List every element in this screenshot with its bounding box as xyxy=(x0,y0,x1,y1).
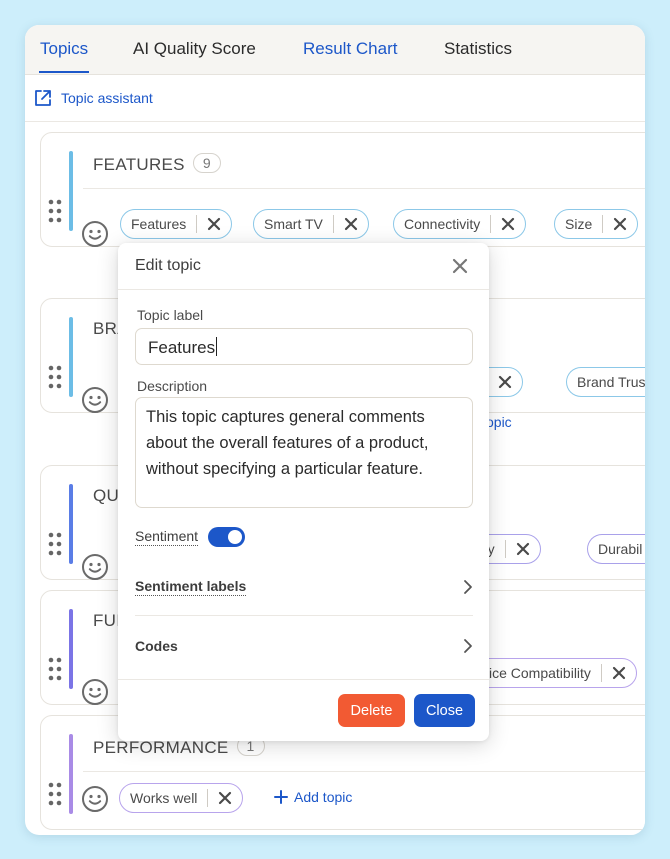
tab-topics[interactable]: Topics xyxy=(38,39,90,73)
group-color-bar xyxy=(69,151,73,231)
topic-group-features: FEATURES 9 Features Smart TV Connectivity… xyxy=(40,132,645,247)
topic-chip-label: Brand Trus xyxy=(577,374,645,390)
add-topic-label: Add topic xyxy=(294,789,353,805)
topic-chip-label: vice Compatibility xyxy=(482,665,591,681)
group-color-bar xyxy=(69,484,73,564)
divider xyxy=(83,188,645,189)
topic-chip[interactable]: Size xyxy=(554,209,639,239)
sentiment-smiley-icon[interactable] xyxy=(81,386,109,414)
plus-icon xyxy=(274,790,288,804)
topic-chip[interactable]: Features xyxy=(120,209,233,239)
sentiment-label: Sentiment xyxy=(135,528,199,546)
divider xyxy=(135,615,473,616)
sentiment-smiley-icon[interactable] xyxy=(81,785,109,813)
sentiment-toggle-row: Sentiment xyxy=(135,527,246,547)
external-link-icon xyxy=(35,90,51,106)
topic-label-value: Features xyxy=(148,338,216,357)
tab-bar: Topics AI Quality Score Result Chart Sta… xyxy=(25,25,645,75)
group-title: QU xyxy=(93,486,119,506)
topic-chip-label: Smart TV xyxy=(264,216,323,232)
topic-chip[interactable]: Works well xyxy=(119,783,244,813)
topic-assistant-link[interactable]: Topic assistant xyxy=(33,86,153,110)
topic-chip-label: Features xyxy=(131,216,187,232)
topic-chip[interactable]: vice Compatibility xyxy=(471,658,637,688)
divider xyxy=(25,121,645,122)
description-field-label: Description xyxy=(137,378,208,394)
group-color-bar xyxy=(69,317,73,397)
sentiment-smiley-icon[interactable] xyxy=(81,220,109,248)
group-color-bar xyxy=(69,734,73,814)
dialog-title: Edit topic xyxy=(135,257,201,274)
tab-result-chart[interactable]: Result Chart xyxy=(303,39,397,59)
delete-button[interactable]: Delete xyxy=(338,694,405,727)
remove-topic-icon[interactable] xyxy=(334,217,368,231)
remove-topic-icon[interactable] xyxy=(488,375,522,389)
group-count-badge: 9 xyxy=(192,153,221,173)
sentiment-smiley-icon[interactable] xyxy=(81,678,109,706)
topic-chip[interactable]: Smart TV xyxy=(253,209,369,239)
drag-handle-icon[interactable] xyxy=(48,199,62,223)
drag-handle-icon[interactable] xyxy=(48,782,62,806)
tab-ai-quality-score[interactable]: AI Quality Score xyxy=(133,39,256,59)
remove-topic-icon[interactable] xyxy=(603,217,637,231)
topic-chip-label: Connectivity xyxy=(404,216,481,232)
add-topic-button[interactable]: opic xyxy=(486,414,512,430)
topic-chip[interactable]: Connectivity xyxy=(393,209,527,239)
chevron-right-icon xyxy=(464,639,472,653)
divider xyxy=(83,771,645,772)
remove-topic-icon[interactable] xyxy=(602,666,636,680)
topic-assistant-label: Topic assistant xyxy=(61,90,153,106)
drag-handle-icon[interactable] xyxy=(48,657,62,681)
topic-label-input[interactable]: Features xyxy=(135,328,473,365)
drag-handle-icon[interactable] xyxy=(48,365,62,389)
drag-handle-icon[interactable] xyxy=(48,532,62,556)
sentiment-toggle[interactable] xyxy=(208,527,246,547)
topic-chip[interactable]: Brand Trus xyxy=(566,367,645,397)
sentiment-smiley-icon[interactable] xyxy=(81,553,109,581)
close-button[interactable]: Close xyxy=(414,694,475,727)
topic-label-field-label: Topic label xyxy=(137,307,204,323)
group-title: FEATURES 9 xyxy=(93,153,221,175)
dialog-header: Edit topic xyxy=(118,243,489,290)
description-textarea[interactable]: This topic captures general comments abo… xyxy=(135,397,473,508)
remove-topic-icon[interactable] xyxy=(208,791,242,805)
topic-chip-label: Size xyxy=(565,216,593,232)
codes-row[interactable]: Codes xyxy=(135,618,473,674)
remove-topic-icon[interactable] xyxy=(491,217,525,231)
edit-topic-dialog: Edit topic Topic label Features Descript… xyxy=(118,243,489,741)
description-value: This topic captures general comments abo… xyxy=(146,408,429,478)
codes-label: Codes xyxy=(135,638,178,654)
remove-topic-icon[interactable] xyxy=(197,217,231,231)
add-topic-label: opic xyxy=(486,414,512,430)
remove-topic-icon[interactable] xyxy=(506,542,540,556)
sentiment-labels-row[interactable]: Sentiment labels xyxy=(135,559,473,615)
group-color-bar xyxy=(69,609,73,689)
group-title-text: FEATURES xyxy=(93,155,185,174)
topic-chip-label: Works well xyxy=(130,790,198,806)
add-topic-button[interactable]: Add topic xyxy=(274,789,352,805)
sentiment-labels-label: Sentiment labels xyxy=(135,578,247,596)
group-title-text: QU xyxy=(93,486,120,505)
dialog-footer-divider xyxy=(118,679,489,680)
tab-statistics[interactable]: Statistics xyxy=(444,39,512,59)
topic-chip-label: Durabil xyxy=(598,541,643,557)
close-icon[interactable] xyxy=(451,257,469,275)
topic-chip[interactable]: Durabil xyxy=(587,534,645,564)
chevron-right-icon xyxy=(464,580,472,594)
